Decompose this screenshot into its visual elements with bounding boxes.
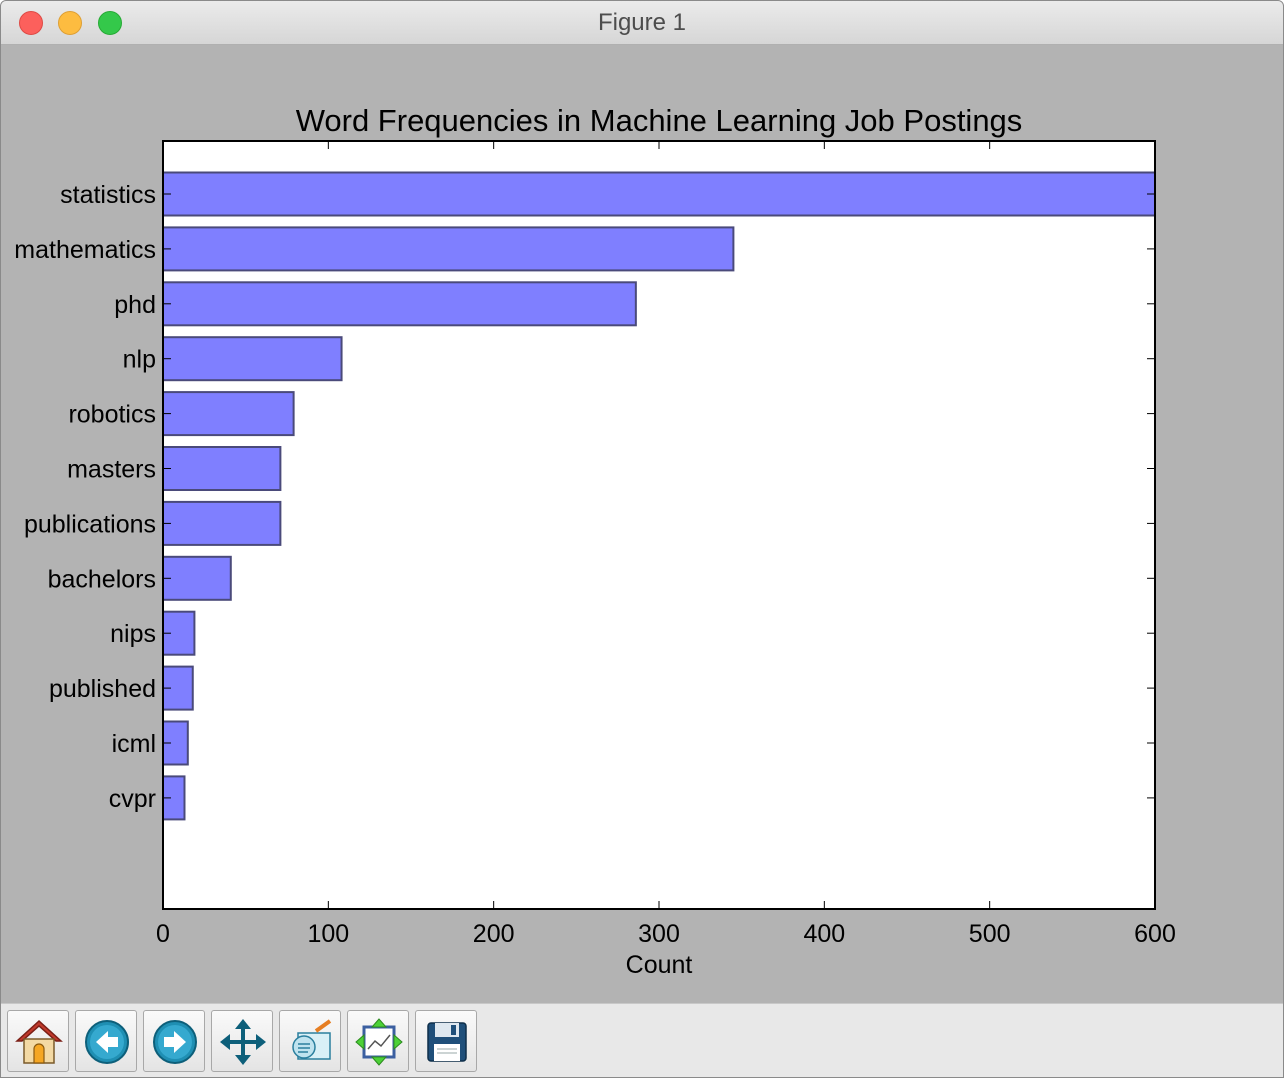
y-tick-label: publications	[24, 510, 156, 538]
bar-statistics	[162, 171, 1156, 217]
x-axis-label: Count	[626, 951, 693, 979]
bar-bachelors	[162, 555, 232, 601]
save-button[interactable]	[415, 1010, 477, 1072]
y-tick-label: nips	[110, 620, 156, 648]
y-tick-label: robotics	[68, 401, 156, 429]
y-tick-label: statistics	[60, 181, 156, 209]
y-tick-label: mathematics	[14, 236, 156, 264]
forward-button[interactable]	[143, 1010, 205, 1072]
navigation-toolbar	[1, 1003, 1283, 1077]
window-title: Figure 1	[597, 9, 687, 36]
y-tick-label: phd	[114, 291, 156, 319]
floppy-disk-icon	[427, 1022, 467, 1062]
figure-window: Figure 1 Word Frequencies in Machine Lea…	[0, 0, 1284, 1078]
y-tick-label: icml	[112, 730, 156, 758]
subplots-button[interactable]	[347, 1010, 409, 1072]
zoom-rect-icon	[292, 1019, 332, 1060]
y-tick-label: cvpr	[109, 785, 156, 813]
x-tick-label: 300	[638, 920, 680, 948]
bar-chart: Word Frequencies in Machine Learning Job…	[14, 103, 1176, 979]
zoom-button[interactable]	[279, 1010, 341, 1072]
forward-arrow-icon	[153, 1020, 197, 1064]
figure-canvas[interactable]: Word Frequencies in Machine Learning Job…	[1, 45, 1283, 1003]
x-tick-label: 100	[307, 920, 349, 948]
move-arrows-icon	[220, 1019, 266, 1065]
x-tick-label: 0	[156, 920, 170, 948]
title-bar[interactable]: Figure 1	[1, 1, 1283, 45]
x-tick-label: 200	[473, 920, 515, 948]
pan-button[interactable]	[211, 1010, 273, 1072]
bar-publications	[162, 500, 282, 546]
bar-nlp	[162, 336, 343, 382]
y-tick-label: bachelors	[48, 565, 156, 593]
x-tick-label: 400	[803, 920, 845, 948]
bar-masters	[162, 446, 282, 491]
x-tick-label: 600	[1134, 920, 1176, 948]
back-button[interactable]	[75, 1010, 137, 1072]
y-tick-label: masters	[67, 456, 156, 484]
y-tick-label: published	[49, 675, 156, 703]
chart-title: Word Frequencies in Machine Learning Job…	[296, 103, 1023, 138]
back-arrow-icon	[85, 1020, 129, 1064]
y-tick-label: nlp	[123, 346, 156, 374]
bar-phd	[162, 281, 637, 327]
x-tick-label: 500	[969, 920, 1011, 948]
home-button[interactable]	[7, 1010, 69, 1072]
bar-mathematics	[162, 226, 735, 272]
bar-robotics	[162, 391, 295, 437]
subplots-config-icon	[355, 1018, 403, 1066]
home-icon	[15, 1019, 63, 1064]
